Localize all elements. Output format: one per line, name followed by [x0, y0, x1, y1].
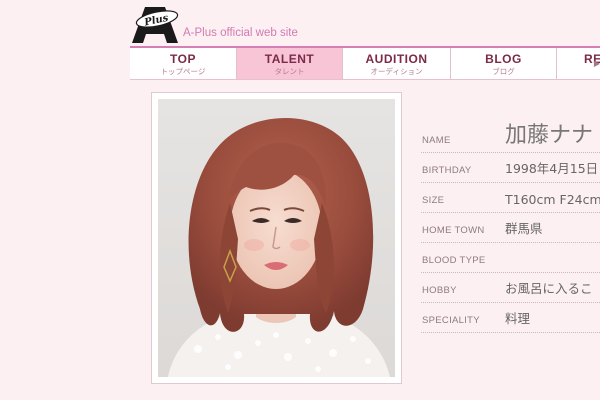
nav-item-recruit[interactable]: RE ▶	[557, 48, 600, 79]
nav-label: BLOG	[485, 52, 522, 66]
hometown-label: HOME TOWN	[422, 225, 485, 236]
size-label: SIZE	[422, 195, 445, 206]
nav-sublabel: オーディション	[370, 67, 423, 76]
main-nav: TOP トップページ TALENT タレント AUDITION オーディション …	[130, 48, 600, 80]
size-value: T160cm F24cm	[505, 192, 600, 207]
profile-row-size: SIZE T160cm F24cm	[421, 183, 600, 213]
profile-row-birthday: BIRTHDAY 1998年4月15日	[421, 153, 600, 183]
nav-label: AUDITION	[365, 52, 428, 66]
blood-type-label: BLOOD TYPE	[422, 255, 486, 266]
profile-row-blood-type: BLOOD TYPE	[421, 243, 600, 273]
nav-sublabel: ブログ	[492, 67, 515, 76]
talent-photo	[158, 99, 395, 377]
site-tagline: A-Plus official web site	[183, 27, 298, 39]
name-value: 加藤ナナ	[505, 123, 594, 148]
speciality-value: 料理	[505, 311, 531, 326]
nav-item-talent[interactable]: TALENT タレント	[237, 48, 343, 79]
talent-photo-frame	[151, 92, 402, 384]
profile-table: NAME 加藤ナナ BIRTHDAY 1998年4月15日 SIZE T160c…	[421, 120, 600, 333]
profile-row-hobby: HOBBY お風呂に入るこ	[421, 273, 600, 303]
birthday-value: 1998年4月15日	[505, 161, 599, 176]
chevron-right-icon: ▶	[593, 59, 600, 68]
hobby-value: お風呂に入るこ	[505, 281, 593, 296]
nav-label: TALENT	[264, 52, 315, 66]
profile-row-speciality: SPECIALITY 料理	[421, 303, 600, 333]
nav-sublabel: トップページ	[160, 67, 206, 76]
nav-label: TOP	[170, 52, 196, 66]
hometown-value: 群馬県	[505, 221, 543, 236]
hobby-label: HOBBY	[422, 285, 457, 296]
nav-item-audition[interactable]: AUDITION オーディション	[343, 48, 451, 79]
nav-item-blog[interactable]: BLOG ブログ	[451, 48, 557, 79]
profile-row-name: NAME 加藤ナナ	[421, 120, 600, 153]
birthday-label: BIRTHDAY	[422, 165, 472, 176]
nav-item-top[interactable]: TOP トップページ	[130, 48, 237, 79]
speciality-label: SPECIALITY	[422, 315, 480, 326]
profile-row-hometown: HOME TOWN 群馬県	[421, 213, 600, 243]
name-label: NAME	[422, 135, 451, 146]
nav-sublabel: タレント	[274, 67, 305, 76]
site-logo[interactable]: Plus	[131, 6, 179, 44]
